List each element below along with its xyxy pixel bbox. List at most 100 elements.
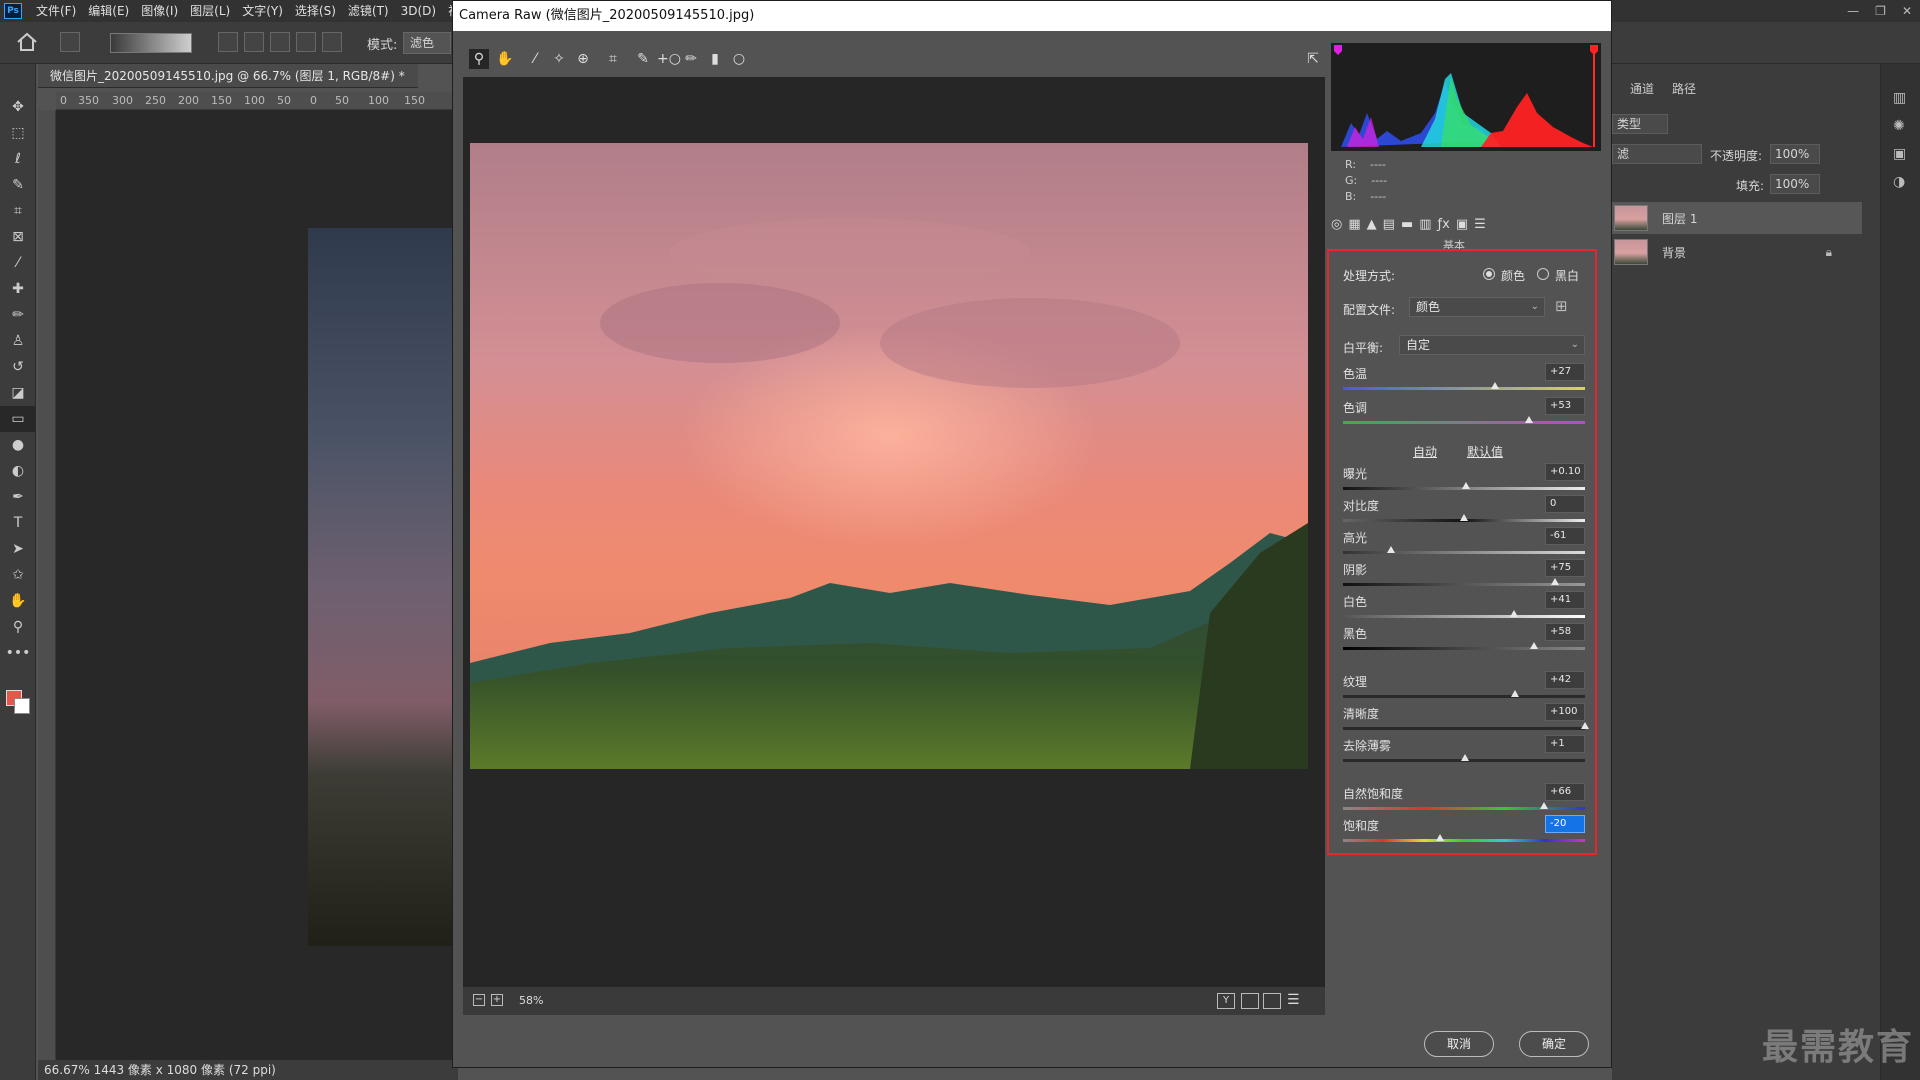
zoom-in-button[interactable]: + [491, 994, 503, 1006]
treatment-color-radio[interactable] [1483, 268, 1495, 280]
fullscreen-icon[interactable]: ⇱ [1303, 49, 1323, 69]
temp-track[interactable] [1343, 387, 1585, 390]
swap-settings-icon[interactable] [1241, 993, 1259, 1009]
fill-input[interactable]: 100% [1770, 174, 1820, 194]
more-tools-icon[interactable]: ••• [0, 640, 36, 666]
whites-slider-thumb[interactable] [1509, 610, 1518, 617]
whites-input[interactable]: +41 [1545, 591, 1585, 609]
styles-panel-icon[interactable]: ◑ [1893, 174, 1905, 190]
opacity-input[interactable]: 100% [1770, 144, 1820, 164]
home-icon[interactable] [16, 32, 38, 52]
healing-tool-icon[interactable]: ✚ [0, 276, 36, 302]
menu-edit[interactable]: 编辑(E) [82, 0, 135, 22]
menu-type[interactable]: 文字(Y) [236, 0, 289, 22]
highlights-input[interactable]: -61 [1545, 527, 1585, 545]
linear-gradient-button[interactable] [218, 32, 238, 52]
layer-row-layer1[interactable]: 图层 1 [1612, 202, 1862, 234]
type-tool-icon[interactable]: T [0, 510, 36, 536]
pen-tool-icon[interactable]: ✒ [0, 484, 36, 510]
vibrance-input[interactable]: +66 [1545, 783, 1585, 801]
tab-channels[interactable]: 通道 [1630, 80, 1654, 97]
temp-slider-thumb[interactable] [1491, 382, 1500, 389]
gradient-swatch[interactable] [110, 33, 192, 53]
document-image[interactable] [308, 228, 456, 946]
presets-tab-icon[interactable]: ☰ [1474, 217, 1486, 232]
calibration-tab-icon[interactable]: ▣ [1456, 217, 1468, 232]
radial-gradient-button[interactable] [244, 32, 264, 52]
zoom-out-button[interactable]: − [473, 994, 485, 1006]
split-toning-tab-icon[interactable]: ▬ [1401, 217, 1413, 232]
tint-track[interactable] [1343, 421, 1585, 424]
saturation-slider-thumb[interactable] [1435, 834, 1444, 841]
copy-settings-icon[interactable] [1263, 993, 1281, 1009]
profile-select[interactable]: 颜色 ⌄ [1409, 297, 1545, 317]
exposure-slider-thumb[interactable] [1462, 482, 1471, 489]
texture-input[interactable]: +42 [1545, 671, 1585, 689]
quick-select-tool-icon[interactable]: ✎ [0, 172, 36, 198]
preview-settings-icon[interactable]: ☰ [1287, 992, 1300, 1008]
shadows-slider-thumb[interactable] [1550, 578, 1559, 585]
histogram-panel-icon[interactable]: ▥ [1893, 90, 1906, 106]
tint-input[interactable]: +53 [1545, 397, 1585, 415]
layer-kind-filter[interactable]: 类型 [1612, 114, 1668, 134]
menu-filter[interactable]: 滤镜(T) [342, 0, 395, 22]
shadows-input[interactable]: +75 [1545, 559, 1585, 577]
spot-removal-icon[interactable]: ✎ [633, 49, 653, 69]
contrast-input[interactable]: 0 [1545, 495, 1585, 513]
detail-tab-icon[interactable]: ▲ [1367, 217, 1377, 232]
dehaze-slider-thumb[interactable] [1461, 754, 1470, 761]
vibrance-track[interactable] [1343, 807, 1585, 810]
gradient-tool-icon[interactable]: ▭ [0, 406, 36, 432]
highlights-track[interactable] [1343, 551, 1585, 554]
color-sampler-icon[interactable]: ✧ [549, 49, 569, 69]
dodge-tool-icon[interactable]: ◐ [0, 458, 36, 484]
lasso-tool-icon[interactable]: ℓ [0, 146, 36, 172]
gradient-tool-preset[interactable] [60, 32, 80, 52]
auto-button[interactable]: 自动 [1413, 443, 1437, 460]
hand-icon[interactable]: ✋ [495, 49, 515, 69]
saturation-input[interactable]: -20 [1545, 815, 1585, 833]
contrast-slider-thumb[interactable] [1460, 514, 1468, 521]
blur-tool-icon[interactable]: ● [0, 432, 36, 458]
temp-input[interactable]: +27 [1545, 363, 1585, 381]
eyedropper-tool-icon[interactable]: ⁄ [0, 250, 36, 276]
blacks-slider-thumb[interactable] [1530, 642, 1539, 649]
red-eye-icon[interactable]: +○ [657, 49, 681, 69]
restore-button[interactable]: ❐ [1875, 4, 1886, 18]
graduated-filter-icon[interactable]: ▮ [705, 49, 725, 69]
clarity-track[interactable] [1343, 727, 1585, 730]
diamond-gradient-button[interactable] [322, 32, 342, 52]
close-button[interactable]: ✕ [1902, 4, 1912, 18]
white-balance-select[interactable]: 自定 ⌄ [1399, 335, 1585, 355]
tint-slider-thumb[interactable] [1525, 416, 1534, 423]
tone-curve-tab-icon[interactable]: ▦ [1348, 217, 1360, 232]
profile-browser-icon[interactable]: ⊞ [1555, 297, 1568, 315]
menu-3d[interactable]: 3D(D) [395, 0, 442, 22]
blacks-input[interactable]: +58 [1545, 623, 1585, 641]
menu-file[interactable]: 文件(F) [30, 0, 82, 22]
mode-select[interactable]: 滤色 [403, 32, 451, 54]
stamp-tool-icon[interactable]: ♙ [0, 328, 36, 354]
eraser-tool-icon[interactable]: ◪ [0, 380, 36, 406]
blend-mode-select[interactable]: 滤 [1612, 144, 1702, 164]
saturation-track[interactable] [1343, 839, 1585, 842]
frame-tool-icon[interactable]: ⊠ [0, 224, 36, 250]
vibrance-slider-thumb[interactable] [1539, 802, 1548, 809]
crop-tool-icon[interactable]: ⌗ [0, 198, 36, 224]
document-tab[interactable]: 微信图片_20200509145510.jpg @ 66.7% (图层 1, R… [38, 64, 418, 88]
zoom-icon[interactable]: ⚲ [469, 49, 489, 69]
adjustments-panel-icon[interactable]: ✺ [1893, 118, 1905, 134]
ok-button[interactable]: 确定 [1519, 1031, 1589, 1057]
white-balance-icon[interactable]: ⁄ [525, 49, 545, 69]
reflected-gradient-button[interactable] [296, 32, 316, 52]
crop-icon[interactable]: ⌗ [603, 49, 623, 69]
clarity-slider-thumb[interactable] [1581, 722, 1589, 729]
highlights-slider-thumb[interactable] [1387, 546, 1396, 553]
texture-slider-thumb[interactable] [1510, 690, 1519, 697]
hand-tool-icon[interactable]: ✋ [0, 588, 36, 614]
exposure-input[interactable]: +0.10 [1545, 463, 1585, 481]
basic-tab-icon[interactable]: ◎ [1331, 217, 1342, 232]
background-color-swatch[interactable] [14, 698, 30, 714]
path-select-tool-icon[interactable]: ➤ [0, 536, 36, 562]
properties-panel-icon[interactable]: ▣ [1893, 146, 1906, 162]
